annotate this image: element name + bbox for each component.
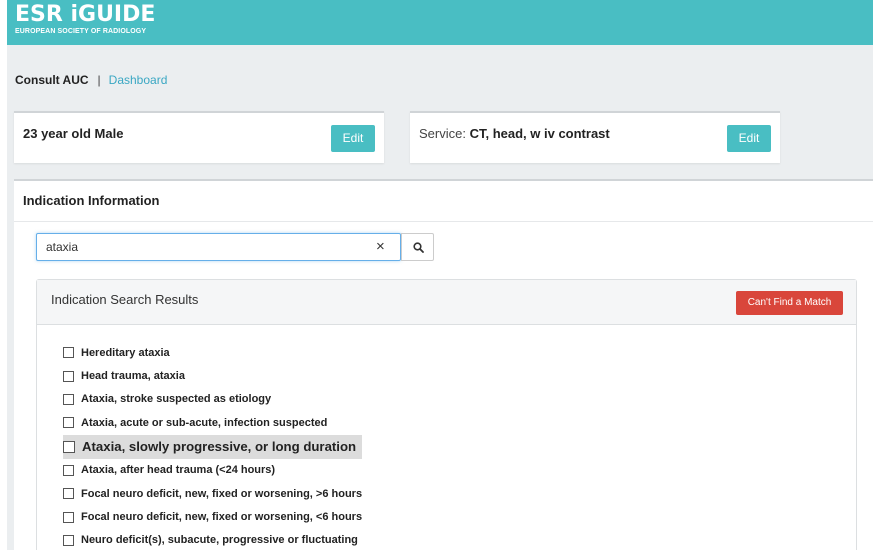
indication-panel: Indication Information × Indication Sear… <box>14 179 873 550</box>
results-list: Hereditary ataxia Head trauma, ataxia At… <box>63 341 363 550</box>
result-label: Ataxia, acute or sub-acute, infection su… <box>81 416 328 429</box>
edit-service-button[interactable]: Edit <box>727 125 771 152</box>
cant-find-match-button[interactable]: Can't Find a Match <box>736 291 843 315</box>
service-value: CT, head, w iv contrast <box>469 126 610 141</box>
logo-tagline: EUROPEAN SOCIETY OF RADIOLOGY <box>15 28 147 35</box>
logo-wordmark: ESR iGUIDE <box>15 2 156 27</box>
result-label: Focal neuro deficit, new, fixed or worse… <box>81 487 363 500</box>
service-card: Service: CT, head, w iv contrast Edit <box>410 111 780 163</box>
app-header: ESR iGUIDE EUROPEAN SOCIETY OF RADIOLOGY <box>7 0 873 45</box>
breadcrumb-current: Consult AUC <box>15 73 89 87</box>
results-header: Indication Search Results Can't Find a M… <box>37 280 856 325</box>
result-label: Head trauma, ataxia <box>81 370 185 383</box>
search-results-panel: Indication Search Results Can't Find a M… <box>36 279 857 550</box>
result-label: Hereditary ataxia <box>81 346 170 359</box>
result-label: Ataxia, stroke suspected as etiology <box>81 393 272 406</box>
result-label: Ataxia, after head trauma (<24 hours) <box>81 464 276 477</box>
result-item[interactable]: Ataxia, acute or sub-acute, infection su… <box>63 411 362 434</box>
checkbox[interactable] <box>63 511 74 523</box>
result-item[interactable]: Hereditary ataxia <box>63 341 362 364</box>
clear-icon[interactable]: × <box>376 238 385 256</box>
breadcrumb-dashboard-link[interactable]: Dashboard <box>109 73 168 87</box>
service-label: Service: <box>419 126 466 141</box>
checkbox[interactable] <box>63 534 74 546</box>
indication-search-box: × <box>36 233 401 261</box>
checkbox[interactable] <box>63 440 75 453</box>
checkbox[interactable] <box>63 393 74 405</box>
breadcrumb: Consult AUC | Dashboard <box>15 73 167 87</box>
service-text: Service: CT, head, w iv contrast <box>419 126 610 141</box>
checkbox[interactable] <box>63 370 74 382</box>
result-item[interactable]: Head trauma, ataxia <box>63 364 362 387</box>
result-label: Neuro deficit(s), subacute, progressive … <box>81 534 358 547</box>
checkbox[interactable] <box>63 417 74 429</box>
left-edge <box>0 0 7 550</box>
checkbox[interactable] <box>63 464 74 476</box>
result-label: Ataxia, slowly progressive, or long dura… <box>82 439 357 455</box>
panel-divider <box>14 221 873 222</box>
edit-patient-button[interactable]: Edit <box>331 125 375 152</box>
result-item[interactable]: Neuro deficit(s), subacute, progressive … <box>63 529 362 550</box>
result-item-hovered[interactable]: Ataxia, slowly progressive, or long dura… <box>63 434 363 459</box>
search-button[interactable] <box>401 233 434 261</box>
result-label: Focal neuro deficit, new, fixed or worse… <box>81 511 363 524</box>
patient-summary: 23 year old Male <box>23 126 124 141</box>
esr-iguide-logo[interactable]: ESR iGUIDE EUROPEAN SOCIETY OF RADIOLOGY <box>15 4 155 36</box>
result-item[interactable]: Ataxia, stroke suspected as etiology <box>63 388 362 411</box>
results-title: Indication Search Results <box>51 292 199 307</box>
result-item[interactable]: Focal neuro deficit, new, fixed or worse… <box>63 482 362 505</box>
breadcrumb-separator: | <box>97 73 101 87</box>
indication-heading: Indication Information <box>23 193 160 208</box>
search-icon <box>413 242 424 253</box>
indication-search-input[interactable] <box>46 240 346 254</box>
checkbox[interactable] <box>63 347 74 359</box>
result-item[interactable]: Ataxia, after head trauma (<24 hours) <box>63 459 362 482</box>
checkbox[interactable] <box>63 488 74 500</box>
result-item[interactable]: Focal neuro deficit, new, fixed or worse… <box>63 505 362 528</box>
patient-card: 23 year old Male Edit <box>14 111 384 163</box>
